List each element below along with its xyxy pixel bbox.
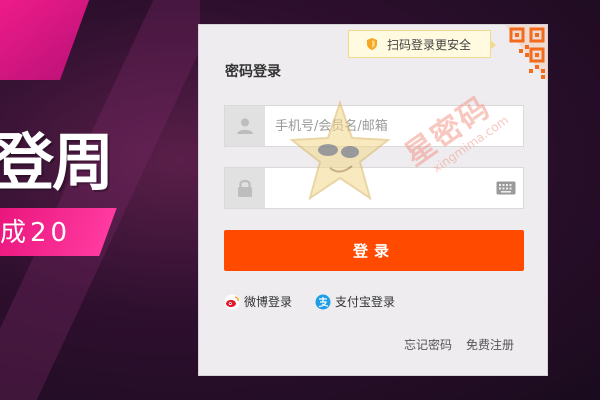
qr-code-icon[interactable]	[505, 25, 547, 81]
qr-tip-text: 扫码登录更安全	[387, 37, 472, 52]
weibo-label: 微博登录	[244, 295, 293, 309]
register-link[interactable]: 免费注册	[466, 336, 514, 353]
bottom-links: 忘记密码 免费注册	[404, 336, 514, 353]
weibo-login-link[interactable]: 微博登录	[224, 293, 292, 310]
weibo-icon	[224, 294, 240, 310]
forgot-password-link[interactable]: 忘记密码	[404, 336, 452, 353]
banner-subtext: 成20	[0, 218, 72, 248]
tip-arrow	[490, 40, 496, 50]
banner-headline: 登周	[0, 126, 114, 199]
login-button[interactable]: 登录	[224, 230, 524, 271]
login-panel: 扫码登录更安全 密码登录 手机号/会员名/邮箱 登录 微博登录 支付宝登录 忘记…	[198, 24, 548, 376]
lock-icon	[225, 168, 265, 208]
alipay-label: 支付宝登录	[335, 295, 396, 309]
alipay-icon	[315, 294, 331, 310]
banner-decoration	[0, 0, 101, 80]
user-icon	[225, 106, 265, 146]
username-field	[224, 105, 524, 147]
password-input[interactable]	[265, 168, 489, 208]
shield-icon	[365, 37, 379, 51]
qr-login-tip[interactable]: 扫码登录更安全	[348, 30, 496, 58]
panel-title: 密码登录	[225, 64, 281, 80]
promo-banner: 登周 成20	[0, 0, 200, 400]
alipay-login-link[interactable]: 支付宝登录	[315, 293, 395, 310]
keyboard-icon[interactable]	[489, 168, 523, 208]
password-field	[224, 167, 524, 209]
username-input[interactable]	[265, 106, 523, 146]
